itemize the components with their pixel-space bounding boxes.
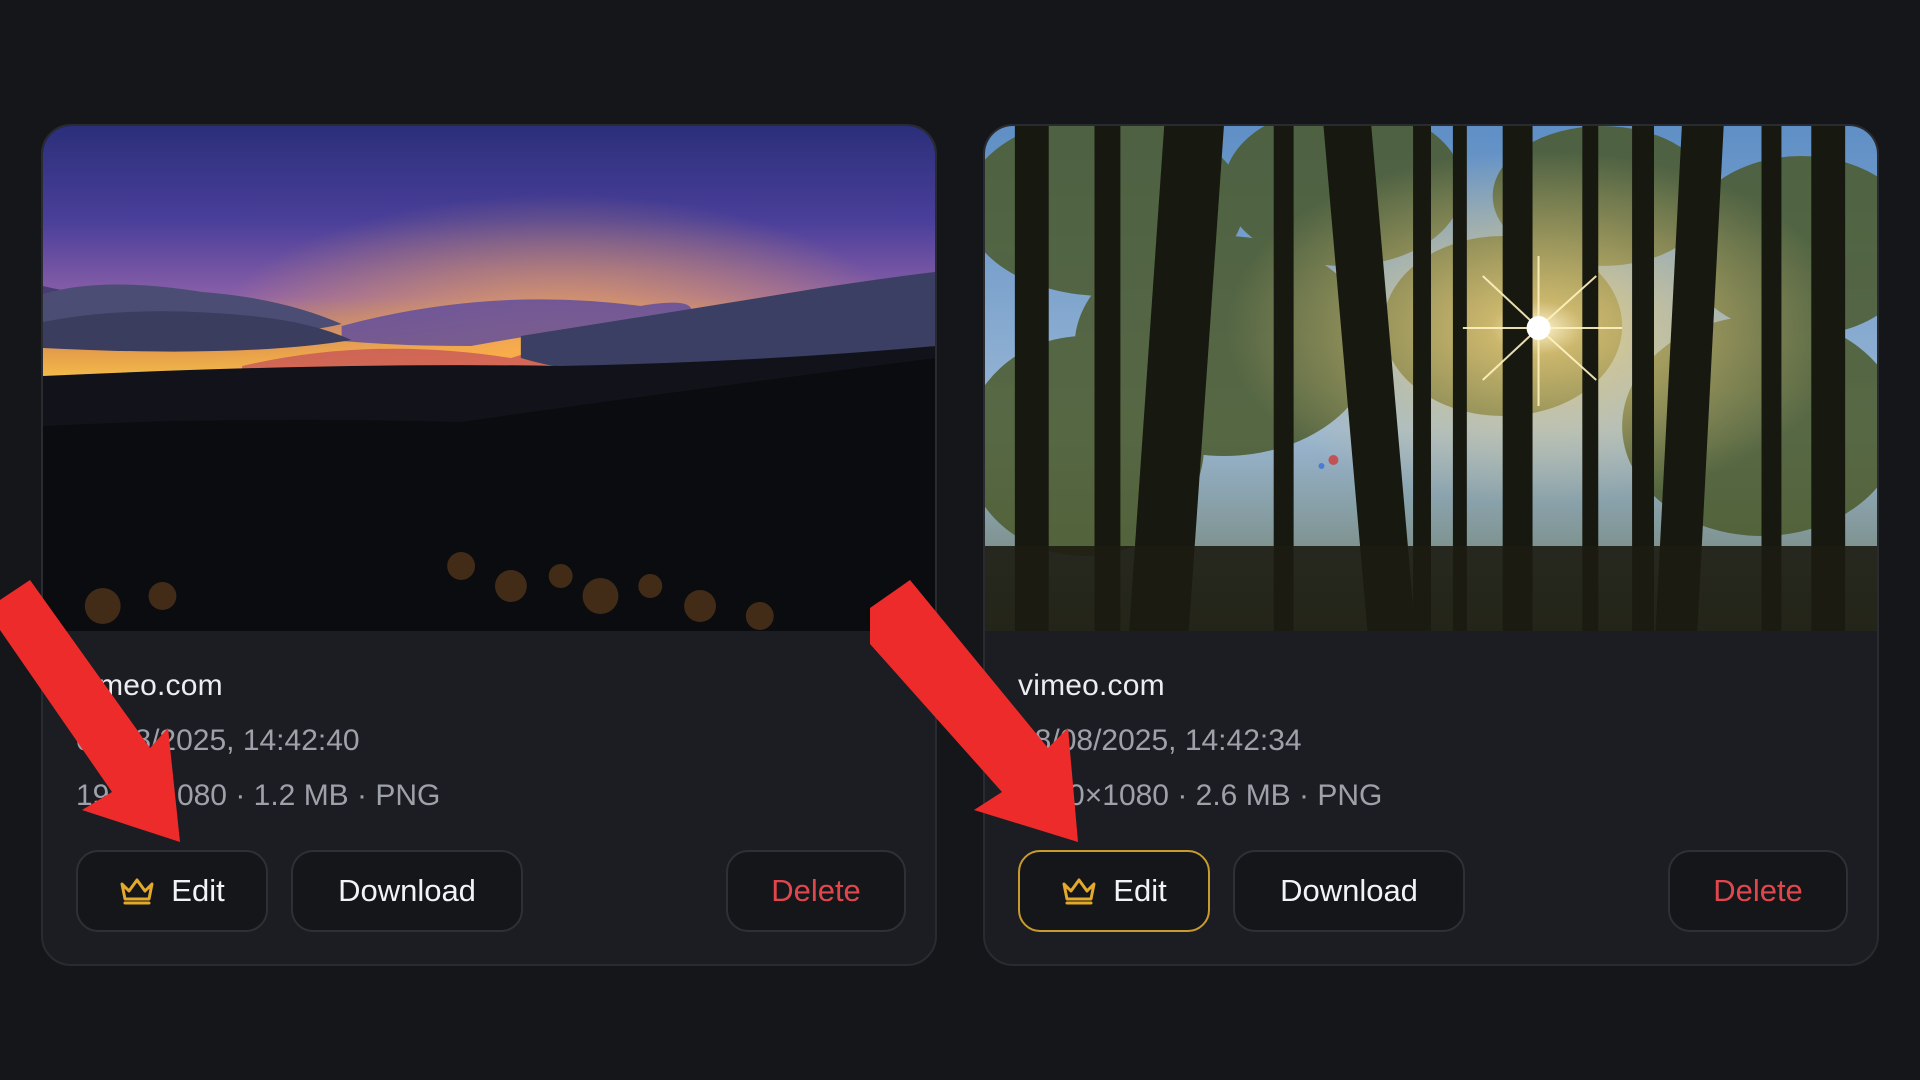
thumbnail-sunset[interactable] <box>43 126 935 631</box>
image-info: 1920×1080 · 1.2 MB · PNG <box>76 779 441 812</box>
crown-icon <box>120 878 154 905</box>
source-domain: vimeo.com <box>1018 669 1165 702</box>
delete-label: Delete <box>771 873 861 908</box>
edit-button[interactable]: Edit <box>76 850 268 932</box>
edit-button[interactable]: Edit <box>1018 850 1210 932</box>
edit-label: Edit <box>1113 873 1167 908</box>
thumbnail-forest[interactable] <box>985 126 1877 631</box>
gallery: vimeo.com 08/08/2025, 14:42:40 1920×1080… <box>0 0 1920 1080</box>
edit-label: Edit <box>171 873 225 908</box>
capture-date: 08/08/2025, 14:42:34 <box>1018 724 1302 757</box>
source-domain: vimeo.com <box>76 669 223 702</box>
image-card: vimeo.com 08/08/2025, 14:42:34 1920×1080… <box>983 124 1879 966</box>
delete-button[interactable]: Delete <box>1668 850 1848 932</box>
forest-image <box>985 126 1877 631</box>
sunset-image <box>43 126 935 631</box>
delete-label: Delete <box>1713 873 1803 908</box>
download-button[interactable]: Download <box>1233 850 1465 932</box>
crown-icon <box>1062 878 1096 905</box>
delete-button[interactable]: Delete <box>726 850 906 932</box>
download-button[interactable]: Download <box>291 850 523 932</box>
download-label: Download <box>1280 873 1418 908</box>
download-label: Download <box>338 873 476 908</box>
image-info: 1920×1080 · 2.6 MB · PNG <box>1018 779 1383 812</box>
image-card: vimeo.com 08/08/2025, 14:42:40 1920×1080… <box>41 124 937 966</box>
capture-date: 08/08/2025, 14:42:40 <box>76 724 360 757</box>
